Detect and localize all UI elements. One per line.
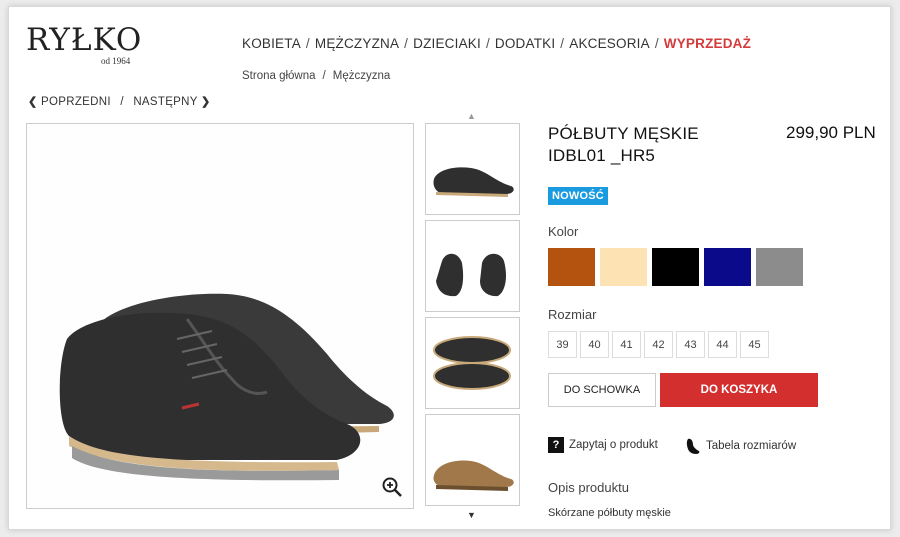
zoom-in-icon[interactable] — [381, 476, 403, 498]
size-table-label: Tabela rozmiarów — [706, 440, 797, 452]
new-badge: NOWOŚĆ — [548, 187, 608, 205]
color-swatch-grey[interactable] — [756, 248, 803, 286]
nav-separator: / — [485, 36, 490, 51]
color-swatch-navy[interactable] — [704, 248, 751, 286]
nav-item-dodatki[interactable]: DODATKI — [495, 36, 555, 51]
logo-wordmark: RYŁKO — [26, 22, 143, 58]
size-options: 39 40 41 42 43 44 45 — [548, 331, 769, 358]
color-swatch-black[interactable] — [652, 248, 699, 286]
breadcrumb: Strona główna / Mężczyzna — [242, 70, 390, 82]
nav-separator: / — [654, 36, 659, 51]
nav-item-akcesoria[interactable]: AKCESORIA — [569, 36, 650, 51]
breadcrumb-home[interactable]: Strona główna — [242, 70, 316, 82]
thumbs-up-arrow-icon[interactable]: ▲ — [467, 111, 476, 121]
nav-separator: / — [560, 36, 565, 51]
product-title: PÓŁBUTY MĘSKIE IDBL01 _HR5 — [548, 123, 748, 167]
product-pager: ❮ POPRZEDNI / NASTĘPNY ❯ — [28, 95, 211, 108]
thumbnail[interactable] — [425, 220, 520, 312]
size-option[interactable]: 43 — [676, 331, 705, 358]
nav-separator: / — [305, 36, 310, 51]
ask-about-product-link[interactable]: ? Zapytaj o produkt — [548, 437, 658, 453]
thumbnail-image — [433, 460, 514, 491]
add-to-cart-button[interactable]: DO KOSZYKA — [660, 373, 818, 407]
breadcrumb-separator: / — [322, 70, 326, 82]
page: RYŁKO od 1964 KOBIETA / MĘŻCZYZNA / DZIE… — [8, 6, 891, 530]
product-price: 299,90 PLN — [786, 123, 876, 142]
thumbnail-image — [433, 167, 514, 197]
main-product-image[interactable] — [26, 123, 414, 509]
size-option[interactable]: 45 — [740, 331, 769, 358]
question-icon: ? — [548, 437, 564, 453]
nav-item-sale[interactable]: WYPRZEDAŻ — [664, 36, 751, 51]
thumbnail-image — [433, 336, 511, 390]
size-option[interactable]: 44 — [708, 331, 737, 358]
thumbnail-image — [436, 253, 506, 297]
color-swatch-brown[interactable] — [548, 248, 595, 286]
foot-icon — [686, 438, 700, 454]
breadcrumb-category[interactable]: Mężczyzna — [333, 70, 391, 82]
thumbnail[interactable] — [425, 317, 520, 409]
size-option[interactable]: 40 — [580, 331, 609, 358]
size-option[interactable]: 42 — [644, 331, 673, 358]
prev-product-link[interactable]: POPRZEDNI — [41, 96, 111, 108]
pager-separator: / — [120, 96, 124, 108]
product-title-line2: IDBL01 _HR5 — [548, 146, 656, 165]
thumbs-down-arrow-icon[interactable]: ▼ — [467, 510, 476, 520]
nav-item-kobieta[interactable]: KOBIETA — [242, 36, 301, 51]
main-nav: KOBIETA / MĘŻCZYZNA / DZIECIAKI / DODATK… — [242, 36, 751, 51]
add-to-wishlist-button[interactable]: DO SCHOWKA — [548, 373, 656, 407]
size-table-link[interactable]: Tabela rozmiarów — [684, 437, 796, 455]
description-heading: Opis produktu — [548, 480, 629, 495]
description-text: Skórzane półbuty męskie — [548, 507, 671, 519]
color-swatch-beige[interactable] — [600, 248, 647, 286]
ask-about-product-label: Zapytaj o produkt — [569, 439, 658, 451]
thumbnail[interactable] — [425, 414, 520, 506]
shoe-image — [59, 293, 394, 481]
nav-item-mezczyzna[interactable]: MĘŻCZYZNA — [315, 36, 399, 51]
size-option[interactable]: 39 — [548, 331, 577, 358]
chevron-right-icon: ❯ — [201, 96, 211, 108]
chevron-left-icon: ❮ — [28, 96, 38, 108]
nav-separator: / — [404, 36, 409, 51]
color-swatches — [548, 248, 803, 286]
size-option[interactable]: 41 — [612, 331, 641, 358]
brand-logo[interactable]: RYŁKO od 1964 — [26, 22, 143, 67]
nav-item-dzieciaki[interactable]: DZIECIAKI — [413, 36, 481, 51]
next-product-link[interactable]: NASTĘPNY — [133, 96, 197, 108]
thumbnail[interactable] — [425, 123, 520, 215]
color-label: Kolor — [548, 224, 579, 239]
logo-since: od 1964 — [101, 56, 131, 66]
size-label: Rozmiar — [548, 307, 597, 322]
product-title-line1: PÓŁBUTY MĘSKIE — [548, 124, 699, 143]
